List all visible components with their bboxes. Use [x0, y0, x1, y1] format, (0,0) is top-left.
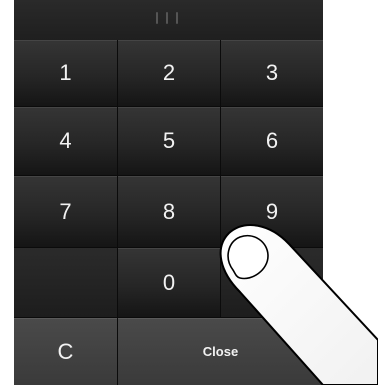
key-7[interactable]: 7: [14, 176, 118, 248]
key-9[interactable]: 9: [221, 176, 323, 248]
clear-button[interactable]: C: [14, 318, 118, 385]
blank-key-right: [221, 248, 323, 318]
key-2[interactable]: 2: [118, 40, 221, 107]
close-button[interactable]: Close: [118, 318, 323, 385]
blank-key-left: [14, 248, 118, 318]
key-6[interactable]: 6: [221, 107, 323, 176]
keypad-drag-bar[interactable]: [14, 0, 323, 41]
drag-handle-icon[interactable]: [156, 12, 178, 24]
key-1[interactable]: 1: [14, 40, 118, 107]
numeric-keypad: 1 2 3 4 5 6 7 8 9 0 C Close: [14, 0, 323, 385]
key-8[interactable]: 8: [118, 176, 221, 248]
key-0[interactable]: 0: [118, 248, 221, 318]
key-4[interactable]: 4: [14, 107, 118, 176]
key-5[interactable]: 5: [118, 107, 221, 176]
key-3[interactable]: 3: [221, 40, 323, 107]
